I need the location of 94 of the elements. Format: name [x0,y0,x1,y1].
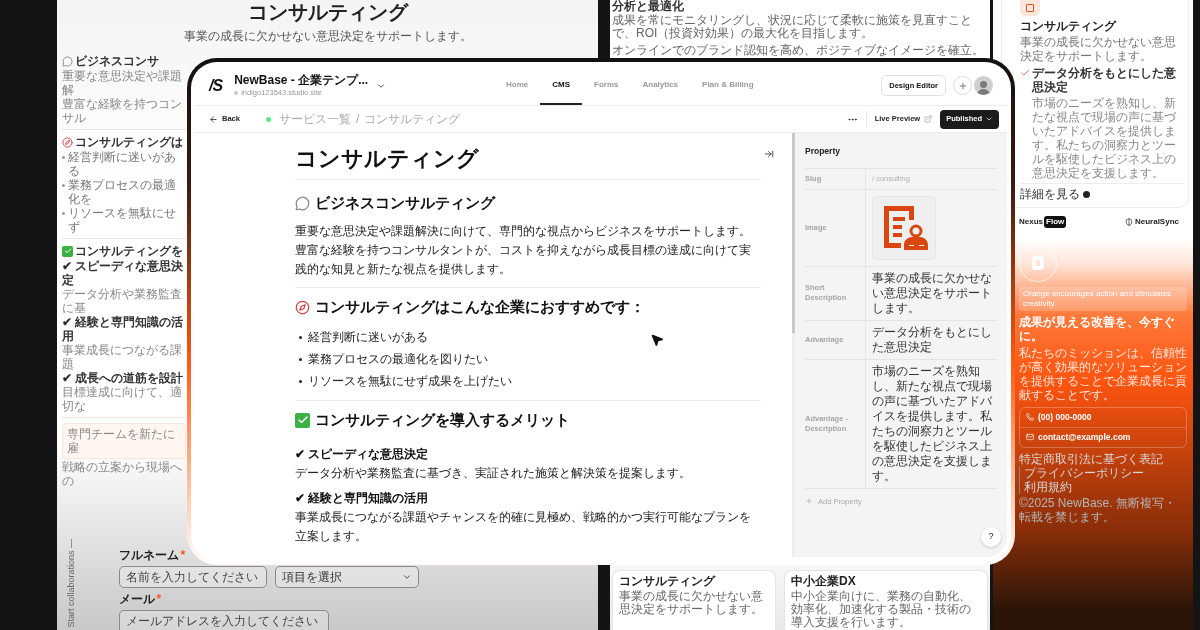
card-title: コンサルティング [619,574,717,588]
list-item: リソースを無駄にせず成果を上げたい [308,373,512,390]
partner-logo: Nexus Flow [1019,216,1067,228]
footer-link[interactable]: プライバシーポリシー [1019,465,1144,480]
scrollbar[interactable] [792,133,795,557]
document-title: コンサルティング [295,145,761,180]
chevron-down-icon [985,115,993,123]
partner-logo: NeuralSync [1134,216,1179,228]
page-title: コンサルティング [247,0,408,24]
contact-text: contact@example.com [1038,430,1131,444]
phone-icon [1026,413,1034,422]
site-name[interactable]: NewBase - 企業テンプ... [234,72,369,87]
body-text: オンラインでのブランド認知を高め、ポジティブなイメージを確立。 [612,44,985,57]
paragraph: 重要な意思決定や課題解決に向けて、専門的な視点からビジネスをサポートします。 [295,223,752,240]
vertical-label: Start collaborations — [65,539,77,628]
field-label: メール [118,592,155,606]
point-heading: ✔ 経験と専門知識の活用 [62,315,185,343]
point-heading: データ分析をもとにした意思決定 [1032,66,1177,94]
help-button[interactable]: ? [981,527,1001,547]
mouse-pointer-icon [650,333,664,347]
section-heading: コンサルティングはこんな企業におすすめです： [315,297,645,317]
check-box-icon [295,412,310,428]
card-text: 事業の成長に欠かせない意思決定をサポートします。 [1020,35,1177,63]
collapse-panel-icon[interactable] [764,149,774,159]
point-heading: ✔ 経験と専門知識の活用 [295,490,430,507]
hero-text: 私たちのミッションは、信頼性が高く効果的なソリューションを提供することで企業成長に貢献することです。 [1019,346,1187,402]
body-text: データ分析や業務監査に基 [62,287,183,315]
section-heading: ビジネスコンサ [75,54,159,68]
point-heading: ✔ スピーディな意思決定 [62,259,185,287]
document-icon [1020,0,1040,16]
arrow-left-icon [209,114,218,124]
required-mark: * [180,548,186,562]
list-item: 業務プロセスの最適化を図りたい [308,351,488,368]
paragraph: データ分析や業務監査に基づき、実証された施策と解決策を提案します。 [295,465,692,482]
list-item: 経営判断に迷いがある [68,150,177,178]
list-item: 業務プロセスの最適化を [68,178,177,206]
section-heading: 分析と最適化 [612,0,685,13]
card-text: 市場のニーズを熟知し、新たな視点で現場の声に基づいたアドバイスを提供します。私たちの洞察力とツールを駆使したビジネス上の意思決定を支援します。 [1031,96,1177,180]
property-value[interactable]: データ分析をもとにした意思決定 [872,324,997,355]
plus-icon [957,80,968,91]
property-value[interactable]: 市場のニーズを熟知し、新たな視点で現場の声に基づいたアドバイスを提供します。私たちの洞察力とツールを駆使したビジネス上の意思決定を支援します。 [872,363,997,484]
body-text: 豊富な経験を持つコンサル [62,97,183,125]
footer-link[interactable]: 利用規約 [1019,479,1072,494]
body-text: 成果を常にモニタリングし、状況に応じて柔軟に施策を見直すことで、ROI（投資対効果）の最大化を目指します。 [612,14,973,40]
body-text: 目標達成に向けて、適切な [62,385,183,413]
list-item: リソースを無駄にせず [68,206,177,234]
check-box-icon [62,245,73,257]
copyright: ©2025 NewBase. 無断複写・転載を禁じます。 [1019,495,1177,524]
point-heading: ✔ スピーディな意思決定 [295,446,430,463]
nav-tab[interactable]: CMS [540,66,582,105]
contact-text: (00) 000-0000 [1038,411,1092,424]
paragraph: 事業成長につながる課題やチャンスを的確に見極め、戦略的かつ実行可能なプランを立案します。 [295,509,752,545]
paragraph: 豊富な経験を持つコンサルタントが、コストを抑えながら成長目標の達成に向けて実践的な知見と新たな視点を提供します。 [295,242,752,278]
select-field[interactable]: 項目を選択 [274,566,419,588]
tag-pill: Orange encourages action and stimulates creativity. [1019,287,1187,311]
required-mark: * [156,592,162,606]
image-thumbnail[interactable] [872,195,936,260]
point-heading: ✔ 成長への道筋を設計 [62,371,184,385]
speech-bubble-icon [295,195,310,211]
check-icon [1020,68,1030,78]
external-link-icon [924,115,933,123]
compass-icon [62,136,73,148]
email-field[interactable]: メールアドレスを入力してください [118,610,329,630]
speech-bubble-icon [62,55,73,67]
property-value[interactable]: 事業の成長に欠かせない意思決定をサポートします。 [872,270,997,316]
compass-icon [295,299,310,315]
callout: 専門チームを新たに雇 [62,423,186,459]
card-text: 事業の成長に欠かせない意思決定をサポートします。 [619,590,764,616]
field-label: フルネーム [118,548,179,562]
body-text: 重要な意思決定や課題解 [62,69,183,97]
section-heading: ビジネスコンサルティング [315,193,495,213]
list-item: 経営判断に迷いがある [308,329,428,346]
shield-icon [1124,218,1133,226]
section-heading: コンサルティングを導入するメリット [315,410,570,430]
hero-heading: 成果が見える改善を、今すぐに。 [1019,315,1176,343]
section-heading: コンサルティングは [75,135,183,149]
details-link[interactable]: 詳細を見る [1020,187,1080,201]
body-text: 事業成長につながる課題 [62,343,183,371]
panel-title: Property [805,145,841,158]
breadcrumb-current: コンサルティング [364,111,461,128]
card-title: 中小企業DX [791,574,857,588]
breadcrumb-separator: / [355,111,360,128]
plus-icon [805,497,813,506]
avatar[interactable] [974,76,993,95]
card-text: 中小企業向けに、業務の自動化、効率化、加速化する製品・技術の導入支援を行います。 [791,590,972,629]
body-text: 戦略の立案から現場への [62,460,183,488]
name-field[interactable]: 名前を入力してください [118,566,267,588]
app-logo[interactable]: /S [209,73,223,98]
card-title: コンサルティング [1020,19,1118,33]
footer-link[interactable]: 特定商取引法に基づく表記 [1019,451,1163,466]
section-heading: コンサルティングを [75,244,183,258]
page-subtitle: 事業の成長に欠かせない意思決定をサポートします。 [183,29,472,43]
chevron-down-icon [401,572,412,582]
mail-icon [1026,433,1034,442]
